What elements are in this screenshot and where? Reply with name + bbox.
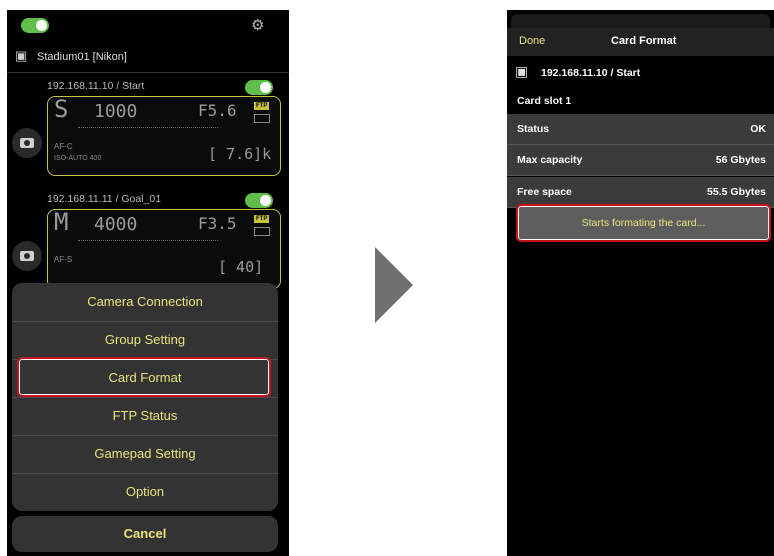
camera-1-remaining: [ 7.6]k bbox=[208, 145, 272, 163]
free-space-label: Free space bbox=[517, 186, 572, 198]
camera-1-iso: ISO-AUTO 400 bbox=[54, 155, 102, 162]
camera-1-camera-icon[interactable] bbox=[12, 128, 42, 158]
menu-gamepad-setting[interactable]: Gamepad Setting bbox=[12, 435, 278, 474]
settings-gear-icon[interactable]: ⚙ bbox=[251, 16, 264, 34]
format-button-highlight bbox=[516, 204, 771, 242]
camera-2-lcd-panel[interactable]: M 4000 F3.5 FTP AF-S [ 40] bbox=[47, 209, 281, 289]
camera-2-ftp-badge: FTP bbox=[254, 215, 270, 223]
camera-label: 192.168.11.10 / Start bbox=[541, 67, 641, 79]
done-button[interactable]: Done bbox=[519, 35, 545, 47]
nav-bar: Done Card Format bbox=[507, 28, 774, 56]
camera-1-mode: S bbox=[54, 96, 69, 123]
camera-1-exposure-scale bbox=[78, 121, 218, 128]
camera-1-lcd-panel[interactable]: S 1000 F5.6 FTP AF-C ISO-AUTO 400 [ 7.6]… bbox=[47, 96, 281, 176]
camera-2-af-mode: AF-S bbox=[54, 255, 73, 264]
camera-1-battery-icon bbox=[254, 114, 270, 123]
status-label: Status bbox=[517, 123, 550, 135]
menu-camera-connection[interactable]: Camera Connection bbox=[12, 283, 278, 322]
camera-1-ftp-badge: FTP bbox=[254, 102, 270, 110]
cancel-button[interactable]: Cancel bbox=[12, 516, 278, 552]
camera-2-battery-icon bbox=[254, 227, 270, 236]
group-camera-icon: ▣ bbox=[15, 48, 28, 63]
camera-2-shutter: 4000 bbox=[94, 214, 138, 235]
menu-group-setting[interactable]: Group Setting bbox=[12, 321, 278, 360]
camera-1-shutter: 1000 bbox=[94, 101, 138, 122]
next-step-arrow-icon bbox=[375, 247, 413, 323]
camera-1-label: 192.168.11.10 / Start bbox=[47, 80, 145, 92]
status-value: OK bbox=[750, 123, 766, 135]
left-phone-screen: ⚙ ▣ Stadium01 [Nikon] 192.168.11.10 / St… bbox=[7, 10, 289, 556]
right-phone-screen: Done Card Format ▣ 192.168.11.10 / Start… bbox=[507, 10, 774, 556]
master-toggle[interactable] bbox=[21, 18, 49, 33]
max-capacity-row: Max capacity 56 Gbytes bbox=[507, 145, 774, 176]
menu-ftp-status[interactable]: FTP Status bbox=[12, 397, 278, 436]
camera-icon: ▣ bbox=[515, 63, 529, 79]
action-sheet: Camera Connection Group Setting Card For… bbox=[12, 283, 278, 511]
camera-2-exposure-scale bbox=[78, 234, 218, 241]
camera-2-remaining: [ 40] bbox=[218, 258, 264, 276]
status-row: Status OK bbox=[507, 114, 774, 145]
camera-1-af-mode: AF-C bbox=[54, 142, 73, 151]
camera-2-label: 192.168.11.11 / Goal_01 bbox=[47, 193, 162, 205]
camera-1-toggle[interactable] bbox=[245, 80, 273, 95]
menu-option[interactable]: Option bbox=[12, 473, 278, 511]
card-format-highlight bbox=[17, 357, 271, 397]
camera-2-toggle[interactable] bbox=[245, 193, 273, 208]
free-space-value: 55.5 Gbytes bbox=[707, 186, 766, 198]
camera-1-aperture: F5.6 bbox=[198, 101, 237, 120]
divider bbox=[7, 72, 289, 73]
card-slot-label: Card slot 1 bbox=[517, 95, 572, 107]
max-capacity-value: 56 Gbytes bbox=[715, 154, 766, 166]
group-name: Stadium01 [Nikon] bbox=[37, 51, 127, 63]
camera-2-camera-icon[interactable] bbox=[12, 241, 42, 271]
camera-2-aperture: F3.5 bbox=[198, 214, 237, 233]
max-capacity-label: Max capacity bbox=[517, 154, 583, 166]
camera-2-mode: M bbox=[54, 209, 69, 236]
page-title: Card Format bbox=[611, 35, 677, 47]
